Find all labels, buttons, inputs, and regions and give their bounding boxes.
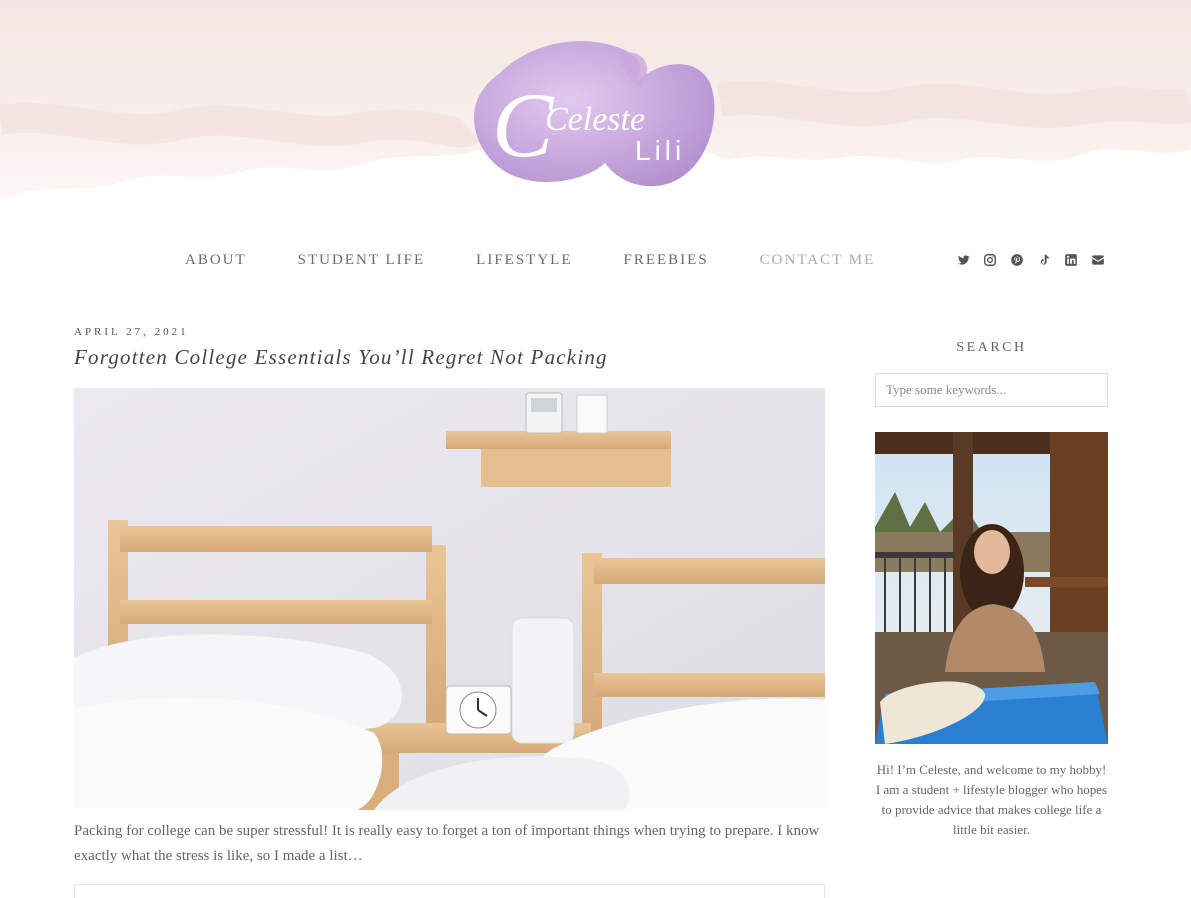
nav-item-freebies[interactable]: FREEBIES	[623, 252, 708, 269]
main-navigation: ABOUT STUDENT LIFE LIFESTYLE FREEBIES CO…	[185, 252, 926, 269]
site-logo[interactable]: C Celeste Lili	[470, 38, 716, 188]
instagram-icon[interactable]	[983, 253, 997, 267]
post-featured-image[interactable]	[74, 388, 825, 810]
nav-item-about[interactable]: ABOUT	[185, 252, 247, 269]
nav-item-contact-me[interactable]: CONTACT ME	[760, 252, 876, 269]
pinterest-icon[interactable]	[1010, 253, 1024, 267]
post-date: APRIL 27, 2021	[74, 326, 189, 338]
nav-item-lifestyle[interactable]: LIFESTYLE	[476, 252, 572, 269]
post-title[interactable]: Forgotten College Essentials You’ll Regr…	[74, 345, 608, 370]
author-photo	[875, 432, 1108, 744]
nav-item-student-life[interactable]: STUDENT LIFE	[298, 252, 425, 269]
read-more-box[interactable]	[74, 884, 825, 898]
logo-text-main: Celeste	[545, 101, 645, 138]
search-input[interactable]	[875, 373, 1108, 407]
tiktok-icon[interactable]	[1037, 253, 1051, 267]
page: C Celeste Lili ABOUT STUDENT LIFE LIFEST…	[0, 0, 1191, 898]
email-icon[interactable]	[1091, 253, 1105, 267]
author-bio: Hi! I’m Celeste, and welcome to my hobby…	[875, 762, 1108, 837]
twitter-icon[interactable]	[956, 253, 970, 267]
post-excerpt: Packing for college can be super stressf…	[74, 823, 820, 864]
sidebar-search-title: SEARCH	[956, 340, 1027, 355]
logo-text-secondary: Lili	[635, 135, 685, 166]
social-icons	[956, 253, 1105, 267]
linkedin-icon[interactable]	[1064, 253, 1078, 267]
